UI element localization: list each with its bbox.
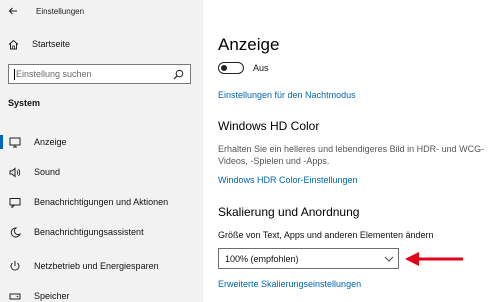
scaling-selected-value: 100% (empfohlen) xyxy=(225,253,299,264)
sidebar-item-label: Sound xyxy=(34,167,61,177)
hd-color-description-line-2: Videos, -Spielen und -Apps. xyxy=(218,156,330,166)
toggle-knob xyxy=(221,64,227,71)
sidebar-item-benachrichtigungen[interactable]: Benachrichtigungen und Aktionen xyxy=(0,189,203,215)
main-content: Anzeige Aus Einstellungen für den Nachtm… xyxy=(203,0,500,302)
title-bar: Einstellungen xyxy=(0,0,203,22)
hd-color-description-line-1: Erhalten Sie ein helleres und lebendiger… xyxy=(218,144,485,154)
search-icon[interactable] xyxy=(170,66,186,82)
search-box[interactable]: Einstellung suchen xyxy=(8,64,191,84)
sidebar-item-label: Speicher xyxy=(34,291,70,301)
night-mode-settings-link[interactable]: Einstellungen für den Nachtmodus xyxy=(218,90,356,100)
scaling-heading: Skalierung und Anordnung xyxy=(218,205,360,219)
scaling-field-label: Größe von Text, Apps und anderen Element… xyxy=(218,230,434,240)
speaker-icon xyxy=(8,165,22,179)
advanced-scaling-link[interactable]: Erweiterte Skalierungseinstellungen xyxy=(218,279,361,289)
sidebar-item-benachrichtigungsassistent[interactable]: Benachrichtigungsassistent xyxy=(0,219,203,245)
toggle-state-label: Aus xyxy=(253,63,269,73)
search-input[interactable]: Einstellung suchen xyxy=(9,69,170,80)
section-label: System xyxy=(8,98,41,108)
back-button[interactable] xyxy=(2,0,24,22)
hd-color-description: Erhalten Sie ein helleres und lebendiger… xyxy=(218,143,500,167)
sidebar: Einstellungen Startseite Einstellung suc… xyxy=(0,0,203,302)
moon-icon xyxy=(8,225,22,239)
power-icon xyxy=(8,259,22,273)
hd-color-heading: Windows HD Color xyxy=(218,119,320,133)
sidebar-item-netzbetrieb[interactable]: Netzbetrieb und Energiesparen xyxy=(0,253,203,279)
hdr-color-settings-link[interactable]: Windows HDR Color-Einstellungen xyxy=(218,175,358,185)
drive-icon xyxy=(8,289,22,302)
sidebar-item-speicher[interactable]: Speicher xyxy=(0,283,203,302)
home-icon xyxy=(8,39,19,49)
sidebar-item-label: Netzbetrieb und Energiesparen xyxy=(34,261,159,271)
sidebar-item-label: Benachrichtigungsassistent xyxy=(34,227,144,237)
back-arrow-icon xyxy=(8,7,17,15)
sidebar-item-sound[interactable]: Sound xyxy=(0,159,203,185)
page-title: Anzeige xyxy=(218,35,280,54)
chevron-down-icon xyxy=(380,256,398,262)
display-icon xyxy=(8,135,22,149)
sidebar-item-anzeige[interactable]: Anzeige xyxy=(0,129,203,155)
night-mode-toggle[interactable] xyxy=(218,62,244,74)
red-arrow-icon xyxy=(405,252,463,266)
home-link[interactable]: Startseite xyxy=(8,37,70,51)
window-title: Einstellungen xyxy=(36,6,85,16)
sidebar-item-label: Benachrichtigungen und Aktionen xyxy=(34,197,169,207)
message-icon xyxy=(8,195,22,209)
scaling-dropdown[interactable]: 100% (empfohlen) xyxy=(218,248,399,269)
sidebar-item-label: Anzeige xyxy=(34,137,67,147)
home-label: Startseite xyxy=(32,39,71,49)
